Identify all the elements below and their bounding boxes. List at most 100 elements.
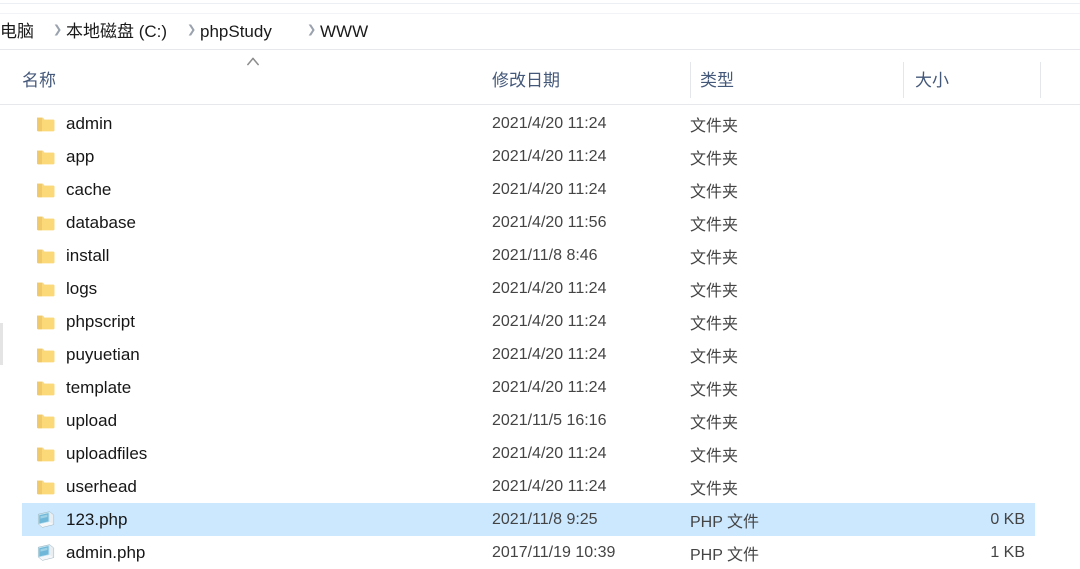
cell-size <box>842 305 1025 338</box>
folder-icon <box>34 145 58 169</box>
cell-date-modified: 2021/11/8 8:46 <box>492 246 598 264</box>
table-row[interactable]: phpscript 2021/4/20 11:24 文件夹 <box>22 305 1035 338</box>
file-name-label: upload <box>66 411 118 430</box>
cell-date-modified: 2021/11/5 16:16 <box>492 411 607 429</box>
table-row[interactable]: cache 2021/4/20 11:24 文件夹 <box>22 173 1035 206</box>
table-row[interactable]: logs 2021/4/20 11:24 文件夹 <box>22 272 1035 305</box>
cell-size <box>842 173 1025 206</box>
header-divider-top <box>0 49 1080 50</box>
breadcrumb-separator-icon[interactable]: ❯ <box>187 25 196 36</box>
cell-size <box>842 371 1025 404</box>
cell-date-modified: 2021/11/8 9:25 <box>492 510 598 528</box>
php-file-icon <box>34 541 58 565</box>
breadcrumb[interactable]: 电脑 ❯ 本地磁盘 (C:) ❯ phpStudy ❯ WWW <box>0 16 1080 47</box>
column-header-date[interactable]: 修改日期 <box>492 52 560 104</box>
file-name-label: logs <box>66 279 98 298</box>
cell-name[interactable]: install <box>22 239 109 272</box>
cell-size <box>842 239 1025 272</box>
folder-icon <box>34 376 58 400</box>
table-row[interactable]: uploadfiles 2021/4/20 11:24 文件夹 <box>22 437 1035 470</box>
folder-icon <box>34 475 58 499</box>
column-header-row[interactable]: 名称 修改日期 类型 大小 <box>0 52 1080 104</box>
cell-name[interactable]: cache <box>22 173 111 206</box>
window-top-strip <box>0 0 1080 14</box>
cell-type: 文件夹 <box>690 249 739 267</box>
table-row[interactable]: 123.php 2021/11/8 9:25 PHP 文件 0 KB <box>22 503 1035 536</box>
header-divider-bottom <box>0 104 1080 105</box>
breadcrumb-separator-icon[interactable]: ❯ <box>307 25 316 36</box>
cell-name[interactable]: admin <box>22 107 112 140</box>
breadcrumb-item-2[interactable]: phpStudy <box>200 23 272 40</box>
cell-type: 文件夹 <box>690 480 739 498</box>
column-header-name[interactable]: 名称 <box>22 52 56 104</box>
nav-pane-scrollbar-sliver[interactable] <box>0 323 3 365</box>
cell-type: 文件夹 <box>690 183 739 201</box>
chevron-up-icon <box>246 57 260 66</box>
php-file-icon <box>34 508 58 532</box>
file-list[interactable]: admin 2021/4/20 11:24 文件夹 app 2021/4/20 11:2… <box>0 107 1080 569</box>
cell-size <box>842 338 1025 371</box>
file-name-label: puyuetian <box>66 345 140 364</box>
cell-date-modified: 2021/4/20 11:24 <box>492 312 607 330</box>
cell-size <box>842 206 1025 239</box>
cell-name[interactable]: template <box>22 371 131 404</box>
cell-name[interactable]: admin.php <box>22 536 145 569</box>
cell-name[interactable]: uploadfiles <box>22 437 147 470</box>
folder-icon <box>34 178 58 202</box>
cell-name[interactable]: phpscript <box>22 305 135 338</box>
folder-icon <box>34 112 58 136</box>
folder-icon <box>34 442 58 466</box>
column-header-type[interactable]: 类型 <box>700 52 734 104</box>
cell-size: 0 KB <box>990 510 1025 528</box>
folder-icon <box>34 277 58 301</box>
cell-type: 文件夹 <box>690 315 739 333</box>
table-row[interactable]: template 2021/4/20 11:24 文件夹 <box>22 371 1035 404</box>
cell-name[interactable]: userhead <box>22 470 137 503</box>
folder-icon <box>34 211 58 235</box>
file-name-label: userhead <box>66 477 137 496</box>
file-name-label: database <box>66 213 136 232</box>
file-name-label: phpscript <box>66 312 135 331</box>
folder-icon <box>34 244 58 268</box>
cell-name[interactable]: logs <box>22 272 97 305</box>
file-name-label: 123.php <box>66 510 128 529</box>
column-header-size[interactable]: 大小 <box>915 52 949 104</box>
cell-date-modified: 2021/4/20 11:24 <box>492 180 607 198</box>
column-divider-date[interactable] <box>690 62 691 98</box>
column-divider-end[interactable] <box>1040 62 1041 98</box>
breadcrumb-item-1[interactable]: 本地磁盘 (C:) <box>66 23 167 40</box>
table-row[interactable]: upload 2021/11/5 16:16 文件夹 <box>22 404 1035 437</box>
folder-icon <box>34 310 58 334</box>
cell-type: 文件夹 <box>690 282 739 300</box>
table-row[interactable]: app 2021/4/20 11:24 文件夹 <box>22 140 1035 173</box>
top-divider-upper <box>0 3 1080 4</box>
cell-size <box>842 107 1025 140</box>
cell-type: 文件夹 <box>690 381 739 399</box>
cell-date-modified: 2021/4/20 11:24 <box>492 378 607 396</box>
folder-icon <box>34 409 58 433</box>
table-row[interactable]: install 2021/11/8 8:46 文件夹 <box>22 239 1035 272</box>
breadcrumb-separator-icon[interactable]: ❯ <box>53 25 62 36</box>
file-name-label: admin <box>66 114 113 133</box>
cell-type: 文件夹 <box>690 348 739 366</box>
breadcrumb-item-3[interactable]: WWW <box>320 23 368 40</box>
cell-name[interactable]: app <box>22 140 94 173</box>
table-row[interactable]: userhead 2021/4/20 11:24 文件夹 <box>22 470 1035 503</box>
cell-name[interactable]: puyuetian <box>22 338 140 371</box>
column-divider-type[interactable] <box>903 62 904 98</box>
breadcrumb-item-0[interactable]: 电脑 <box>0 23 34 40</box>
cell-date-modified: 2021/4/20 11:24 <box>492 114 607 132</box>
cell-date-modified: 2021/4/20 11:24 <box>492 444 607 462</box>
cell-type: PHP 文件 <box>690 513 760 531</box>
cell-name[interactable]: database <box>22 206 136 239</box>
cell-type: 文件夹 <box>690 414 739 432</box>
cell-size: 1 KB <box>990 543 1025 561</box>
cell-name[interactable]: 123.php <box>22 503 127 536</box>
cell-name[interactable]: upload <box>22 404 117 437</box>
cell-date-modified: 2021/4/20 11:24 <box>492 147 607 165</box>
table-row[interactable]: puyuetian 2021/4/20 11:24 文件夹 <box>22 338 1035 371</box>
table-row[interactable]: admin.php 2017/11/19 10:39 PHP 文件 1 KB <box>22 536 1035 569</box>
table-row[interactable]: admin 2021/4/20 11:24 文件夹 <box>22 107 1035 140</box>
cell-type: 文件夹 <box>690 117 739 135</box>
table-row[interactable]: database 2021/4/20 11:56 文件夹 <box>22 206 1035 239</box>
